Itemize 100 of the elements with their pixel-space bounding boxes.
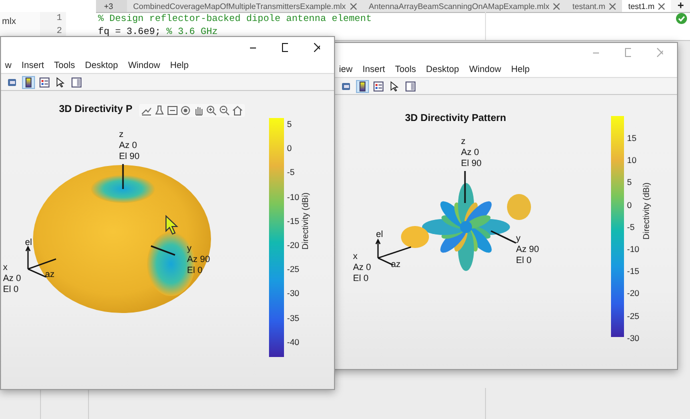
menu-item[interactable]: iew: [339, 64, 353, 74]
menu-item[interactable]: Help: [170, 60, 189, 70]
close-icon: [314, 42, 320, 52]
axis-name-label: x: [3, 262, 8, 273]
axis-name-label: z: [461, 136, 466, 147]
axis-line: [150, 245, 176, 256]
azimuth-label: Az 0: [3, 273, 22, 284]
menu-item[interactable]: Window: [469, 64, 502, 74]
colorbar-tick-label: -20: [627, 288, 640, 298]
menu-item[interactable]: Insert: [362, 64, 386, 74]
plot-title: 3D Directivity Pattern: [405, 113, 506, 124]
legend-icon: [373, 80, 384, 92]
check-icon: [676, 13, 687, 24]
close-icon[interactable]: [658, 2, 666, 10]
colorbar-tick-label: -40: [287, 336, 300, 347]
editor-tab[interactable]: test1.m: [622, 0, 672, 12]
tab-overflow-button[interactable]: +3: [96, 0, 128, 12]
zoom-in-icon[interactable]: [206, 105, 217, 116]
colorbar-label: Directivity (dBi): [641, 182, 651, 240]
toolbar-button[interactable]: [70, 76, 83, 88]
axis-name-label: z: [119, 129, 124, 140]
link-plot-icon: [341, 80, 352, 92]
toolbar-button[interactable]: [388, 80, 401, 92]
azimuth-label: Az 0: [353, 262, 372, 273]
code-line: fq = 3.6e9; % 3.6 GHz: [98, 26, 218, 36]
menu-item[interactable]: Window: [128, 60, 160, 70]
line-number: 1: [56, 13, 62, 23]
menu-item[interactable]: Help: [511, 64, 530, 74]
colorbar-tick-label: 0: [627, 200, 632, 210]
colorbar-tick-label: -15: [287, 216, 300, 226]
file-name-fragment: mlx: [2, 16, 16, 26]
menu-item[interactable]: Desktop: [85, 60, 118, 70]
link-plot-icon: [7, 76, 18, 88]
rotate-icon[interactable]: [180, 105, 191, 116]
close-icon[interactable]: [609, 2, 616, 10]
axis-line: [122, 164, 124, 189]
colorbar-tick-label: -30: [287, 288, 300, 298]
colorbar-tick-label: -35: [287, 312, 300, 323]
close-icon[interactable]: [350, 2, 357, 10]
colorbar-tick-label: 0: [287, 143, 292, 154]
elevation-label: El 90: [119, 151, 140, 162]
colorbar-tick-label: -5: [287, 167, 295, 178]
property-panel-icon: [71, 76, 82, 88]
axis-name-label: el: [376, 229, 384, 240]
colorbar-tick-label: -15: [627, 266, 640, 276]
menu-item[interactable]: Insert: [22, 60, 44, 70]
colorbar-tick-label: -25: [287, 264, 300, 274]
colorbar-label: Directivity (dBi): [300, 192, 310, 250]
elevation-label: El 0: [353, 273, 370, 284]
axis-line: [464, 171, 466, 203]
menu-item[interactable]: w: [5, 60, 12, 70]
menu-item[interactable]: Desktop: [426, 64, 460, 74]
toolbar-button[interactable]: [372, 80, 385, 92]
orientation-axes-drawing: [375, 238, 412, 266]
toolbar-button[interactable]: [38, 76, 51, 88]
elevation-label: El 0: [516, 255, 533, 266]
close-icon: [657, 48, 663, 56]
colorbar-icon: [23, 76, 34, 88]
axis-name-label: el: [25, 237, 32, 248]
colorbar-tick-label: 5: [627, 177, 632, 188]
elevation-label: El 90: [461, 158, 482, 169]
axis-name-label: y: [516, 233, 522, 244]
colorbar-tick-label: -30: [627, 332, 640, 343]
elevation-label: El 0: [3, 284, 20, 295]
colorbar-tick-label: 5: [287, 119, 292, 129]
toolbar-button[interactable]: [404, 80, 417, 92]
colorbar-tick-label: 10: [627, 155, 636, 166]
new-tab-button[interactable]: +: [671, 0, 690, 12]
pointer-icon: [55, 76, 66, 88]
zoom-out-icon[interactable]: [219, 105, 230, 116]
code-line: % Design reflector-backed dipole antenna element: [98, 12, 372, 24]
axis-name-label: az: [45, 269, 55, 280]
colorbar-tick-label: -20: [287, 240, 300, 250]
azimuth-label: Az 90: [516, 244, 540, 255]
pointer-icon: [389, 80, 400, 92]
mouse-cursor-icon: [165, 215, 179, 235]
elevation-label: El 0: [187, 265, 204, 276]
axis-line: [490, 230, 516, 244]
menu-item[interactable]: Tools: [54, 60, 76, 70]
azimuth-label: Az 0: [119, 140, 138, 151]
colorbar-tick-label: -10: [627, 244, 640, 254]
colorbar-tick-label: -5: [627, 222, 635, 232]
axis-name-label: x: [353, 251, 358, 262]
legend-icon: [39, 76, 50, 88]
colorbar-tick-label: -10: [287, 192, 300, 202]
home-icon[interactable]: [232, 105, 243, 116]
line-number: 2: [56, 26, 62, 36]
menu-item[interactable]: Tools: [395, 64, 416, 74]
axis-name-label: az: [391, 259, 401, 270]
toolbar-button[interactable]: [54, 76, 67, 88]
close-icon[interactable]: [553, 2, 560, 10]
azimuth-label: Az 0: [461, 147, 480, 158]
colorbar-icon: [357, 80, 368, 92]
property-panel-icon: [405, 80, 416, 92]
toolbar-button[interactable]: [22, 76, 35, 88]
colorbar-tick-label: 15: [627, 133, 636, 143]
colorbar-tick-label: -25: [627, 310, 640, 321]
orientation-axes-drawing: [25, 246, 56, 278]
axis-name-label: y: [187, 243, 192, 254]
toolbar-button[interactable]: [356, 80, 369, 92]
